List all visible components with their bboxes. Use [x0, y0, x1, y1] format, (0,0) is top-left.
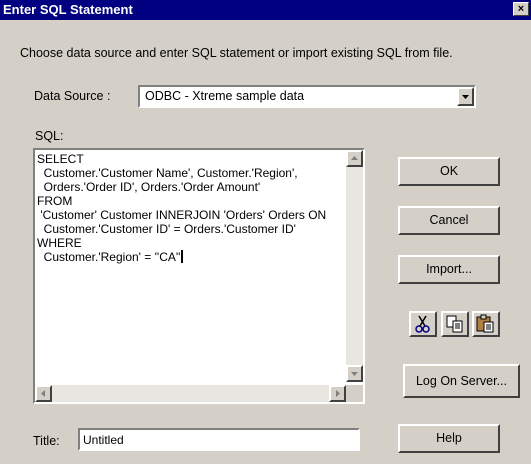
help-button[interactable]: Help: [398, 424, 500, 453]
data-source-value: ODBC - Xtreme sample data: [145, 89, 305, 103]
chevron-down-icon: [462, 95, 469, 99]
title-field[interactable]: [78, 428, 360, 451]
scroll-up-button[interactable]: [346, 150, 363, 167]
cancel-button[interactable]: Cancel: [398, 206, 500, 235]
sql-label: SQL:: [35, 129, 64, 143]
copy-icon: [446, 315, 463, 333]
sql-text: SELECT Customer.'Customer Name', Custome…: [37, 152, 327, 264]
vertical-scrollbar[interactable]: [346, 150, 363, 382]
data-source-label: Data Source :: [34, 89, 111, 103]
enter-sql-dialog: Enter SQL Statement × Choose data source…: [0, 0, 531, 464]
ok-button[interactable]: OK: [398, 157, 500, 186]
title-input[interactable]: [80, 430, 358, 449]
sql-editor[interactable]: SELECT Customer.'Customer Name', Custome…: [33, 148, 365, 404]
copy-button[interactable]: [441, 311, 469, 337]
scroll-right-button[interactable]: [329, 385, 346, 402]
close-icon: ×: [517, 3, 525, 15]
cut-icon: [415, 315, 430, 333]
scroll-down-button[interactable]: [346, 365, 363, 382]
close-button[interactable]: ×: [513, 2, 529, 16]
arrow-down-icon: [351, 372, 358, 376]
text-cursor: [181, 250, 184, 263]
title-label: Title:: [33, 434, 60, 448]
log-on-server-button[interactable]: Log On Server...: [403, 364, 520, 398]
scroll-left-button[interactable]: [35, 385, 52, 402]
arrow-left-icon: [41, 390, 45, 397]
arrow-right-icon: [336, 390, 340, 397]
cut-button[interactable]: [409, 311, 437, 337]
paste-icon: [476, 314, 494, 333]
dropdown-button[interactable]: [457, 87, 474, 106]
paste-button[interactable]: [472, 311, 500, 337]
horizontal-scrollbar[interactable]: [35, 385, 346, 402]
dialog-title: Enter SQL Statement: [3, 2, 133, 17]
arrow-up-icon: [351, 156, 358, 160]
import-button[interactable]: Import...: [398, 255, 500, 284]
instruction-text: Choose data source and enter SQL stateme…: [20, 46, 453, 60]
title-bar[interactable]: Enter SQL Statement ×: [0, 0, 531, 20]
data-source-dropdown[interactable]: ODBC - Xtreme sample data: [138, 85, 476, 108]
scrollbar-corner: [346, 385, 363, 402]
